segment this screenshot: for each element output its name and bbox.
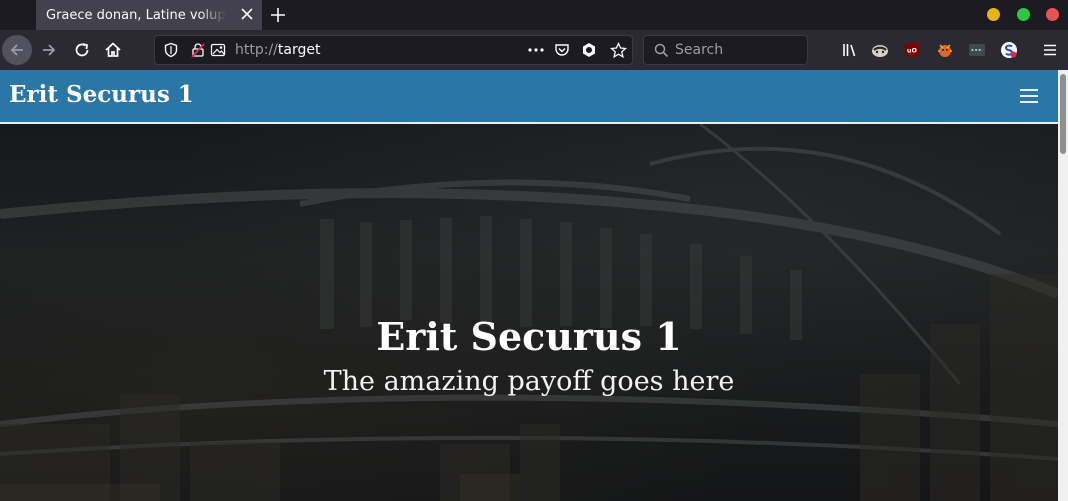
site-navbar: Erit Securus 1: [0, 70, 1058, 124]
insecure-connection-icon[interactable]: [190, 42, 206, 58]
close-tab-icon[interactable]: [240, 7, 254, 21]
back-button[interactable]: [2, 35, 32, 65]
page-actions-menu-icon[interactable]: [527, 43, 545, 57]
tracking-protection-shield-icon[interactable]: [163, 42, 179, 58]
hero-title: Erit Securus 1: [376, 314, 682, 359]
navbar-menu-toggle-icon[interactable]: [1020, 89, 1038, 103]
extension-s-icon[interactable]: [1000, 41, 1018, 59]
maximize-window-button[interactable]: [1017, 8, 1030, 21]
site-brand-link[interactable]: Erit Securus 1: [9, 81, 194, 108]
reload-icon: [75, 43, 89, 57]
web-page: Erit Securus 1 Erit Securus 1 The amazin…: [0, 70, 1058, 501]
hero-background-cityscape: [0, 124, 1058, 501]
minimize-window-button[interactable]: [987, 8, 1000, 21]
url-scheme: http://: [235, 42, 278, 58]
forward-arrow-icon: [43, 44, 56, 56]
browser-tab[interactable]: Graece donan, Latine voluptate: [36, 0, 262, 30]
bookmark-star-icon[interactable]: [610, 42, 627, 59]
home-icon: [105, 42, 121, 57]
search-icon: [654, 43, 669, 58]
reload-button[interactable]: [68, 36, 96, 64]
tab-strip: Graece donan, Latine voluptate: [0, 0, 1068, 30]
app-menu-icon[interactable]: [1041, 41, 1059, 59]
scrollbar-thumb[interactable]: [1060, 74, 1066, 154]
hero-subtitle: The amazing payoff goes here: [323, 366, 735, 397]
extension-dots-icon[interactable]: [968, 41, 986, 59]
hero-section: Erit Securus 1 The amazing payoff goes h…: [0, 124, 1058, 501]
new-tab-icon[interactable]: [268, 5, 288, 25]
privacy-badger-icon[interactable]: [871, 41, 889, 59]
search-placeholder: Search: [675, 42, 724, 58]
tab-title: Graece donan, Latine voluptate: [46, 7, 226, 23]
address-bar[interactable]: http://target: [154, 35, 633, 65]
close-window-button[interactable]: [1046, 8, 1059, 21]
pocket-icon[interactable]: [554, 42, 570, 58]
forward-button[interactable]: [35, 36, 63, 64]
image-permission-icon[interactable]: [210, 42, 226, 58]
extension-bug-icon[interactable]: [936, 41, 954, 59]
ublock-origin-icon[interactable]: uO: [903, 41, 921, 59]
library-icon[interactable]: [841, 41, 859, 59]
svg-text:uO: uO: [907, 47, 918, 55]
home-button[interactable]: [99, 36, 127, 64]
search-bar[interactable]: Search: [643, 35, 808, 65]
extension-hexagon-icon[interactable]: [581, 42, 597, 58]
url-text: http://target: [235, 42, 320, 58]
page-scrollbar[interactable]: [1058, 70, 1068, 501]
url-host: target: [277, 42, 321, 58]
back-arrow-icon: [10, 44, 23, 56]
